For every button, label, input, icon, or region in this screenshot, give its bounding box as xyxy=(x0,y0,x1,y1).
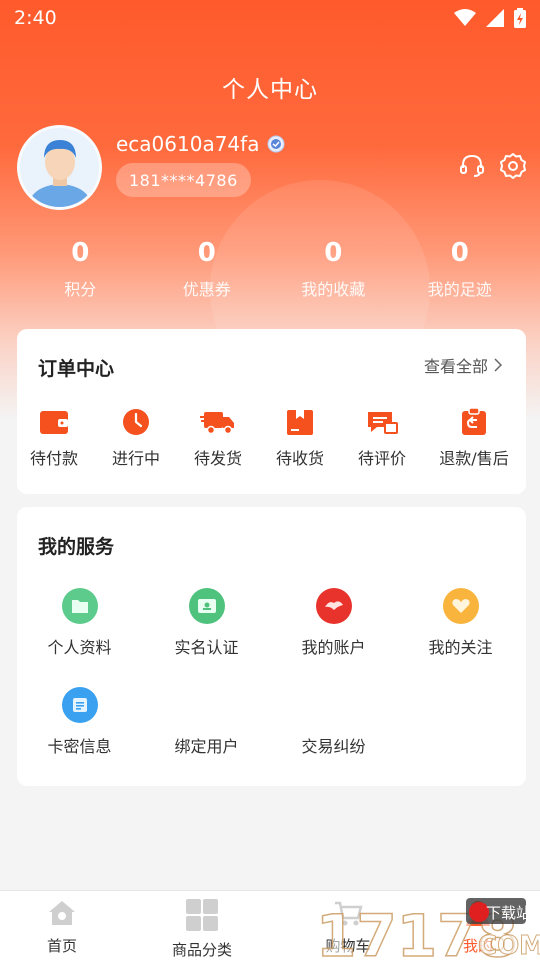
stat-label: 优惠券 xyxy=(182,280,231,299)
wallet-icon xyxy=(40,411,68,434)
service-label: 我的关注 xyxy=(428,638,493,657)
signal-icon xyxy=(486,9,504,27)
service-trade-dispute[interactable]: 交易纠纷 xyxy=(271,687,396,757)
order-status-row: 待付款 进行中 待发货 待收货 待评价 退款/售后 xyxy=(17,407,526,477)
service-label: 绑定用户 xyxy=(174,737,239,756)
order-in-progress[interactable]: 进行中 xyxy=(91,407,181,469)
service-my-follows[interactable]: 我的关注 xyxy=(398,588,523,658)
package-icon xyxy=(287,410,313,435)
order-item-label: 待发货 xyxy=(193,449,242,468)
stat-label: 我的足迹 xyxy=(427,280,492,299)
order-item-label: 退款/售后 xyxy=(439,449,509,468)
service-label: 个人资料 xyxy=(47,638,112,657)
view-all-label: 查看全部 xyxy=(423,357,488,376)
services-card: 我的服务 个人资料 实名认证 我的账户 我的关注 卡密信息 绑定用户 交易纠纷 xyxy=(17,507,526,786)
order-item-label: 待付款 xyxy=(29,449,78,468)
tab-label: 商品分类 xyxy=(171,941,232,959)
heart-icon xyxy=(442,588,479,624)
order-center-card: 订单中心 查看全部 待付款 进行中 待发货 待收货 待评价 退款/售后 xyxy=(17,329,526,494)
stat-value: 0 xyxy=(450,238,469,268)
order-awaiting-receipt[interactable]: 待收货 xyxy=(255,407,345,469)
service-card-info[interactable]: 卡密信息 xyxy=(17,687,142,757)
watermark-logo: 17178 下载站 COM xyxy=(315,898,540,960)
tab-home[interactable]: 首页 xyxy=(2,899,122,956)
category-icon xyxy=(186,899,218,931)
service-profile[interactable]: 个人资料 xyxy=(17,588,142,658)
account-icon xyxy=(315,588,352,624)
username: eca0610a74fa xyxy=(116,132,285,156)
home-icon xyxy=(49,901,75,925)
stat-favorites[interactable]: 0 我的收藏 xyxy=(270,238,397,300)
order-item-label: 待收货 xyxy=(275,449,324,468)
avatar-image xyxy=(20,128,99,207)
order-item-label: 进行中 xyxy=(111,449,160,468)
service-label: 交易纠纷 xyxy=(301,737,366,756)
watermark-tag: 下载站 xyxy=(486,904,531,922)
order-awaiting-review[interactable]: 待评价 xyxy=(337,407,427,469)
stat-points[interactable]: 0 积分 xyxy=(17,238,144,300)
services-title: 我的服务 xyxy=(38,536,115,558)
stat-label: 我的收藏 xyxy=(301,280,366,299)
page-title: 个人中心 xyxy=(222,77,318,103)
service-label: 实名认证 xyxy=(174,638,239,657)
refund-icon xyxy=(462,407,486,435)
verified-badge-icon xyxy=(267,135,285,153)
stat-footprints[interactable]: 0 我的足迹 xyxy=(397,238,524,300)
card-info-icon xyxy=(61,687,98,723)
service-bind-user[interactable]: 绑定用户 xyxy=(144,687,269,757)
id-card-icon xyxy=(188,588,225,624)
service-label: 卡密信息 xyxy=(47,737,112,756)
watermark-suffix: COM xyxy=(478,931,540,960)
battery-icon xyxy=(514,8,526,28)
stat-coupons[interactable]: 0 优惠券 xyxy=(144,238,271,300)
headset-icon[interactable] xyxy=(458,152,486,180)
truck-icon xyxy=(200,412,234,435)
view-all-orders-link[interactable]: 查看全部 xyxy=(424,353,502,377)
stat-value: 0 xyxy=(197,238,216,268)
username-text: eca0610a74fa xyxy=(116,132,260,156)
stat-value: 0 xyxy=(71,238,90,268)
tab-label: 首页 xyxy=(46,937,77,955)
avatar[interactable] xyxy=(17,125,102,210)
tab-categories[interactable]: 商品分类 xyxy=(142,899,262,960)
wifi-icon xyxy=(454,9,476,26)
stats-row: 0 积分 0 优惠券 0 我的收藏 0 我的足迹 xyxy=(17,238,523,300)
review-icon xyxy=(368,412,398,434)
order-pending-payment[interactable]: 待付款 xyxy=(9,407,99,469)
service-real-name-verification[interactable]: 实名认证 xyxy=(144,588,269,658)
stat-value: 0 xyxy=(324,238,343,268)
order-item-label: 待评价 xyxy=(357,449,406,468)
status-time: 2:40 xyxy=(14,7,57,29)
stat-label: 积分 xyxy=(64,280,97,299)
clock-icon xyxy=(123,409,149,435)
folder-icon xyxy=(61,588,98,624)
service-my-account[interactable]: 我的账户 xyxy=(271,588,396,658)
status-bar: 2:40 xyxy=(0,0,540,36)
order-awaiting-shipment[interactable]: 待发货 xyxy=(173,407,263,469)
service-label: 我的账户 xyxy=(301,638,366,657)
order-center-title: 订单中心 xyxy=(38,358,115,380)
order-refund-aftersales[interactable]: 退款/售后 xyxy=(429,407,519,469)
phone-number: 181****4786 xyxy=(116,163,251,197)
trade-dispute-icon-placeholder xyxy=(316,687,352,723)
settings-gear-icon[interactable] xyxy=(499,152,527,180)
chevron-right-icon xyxy=(494,358,502,372)
bind-user-icon-placeholder xyxy=(189,687,225,723)
